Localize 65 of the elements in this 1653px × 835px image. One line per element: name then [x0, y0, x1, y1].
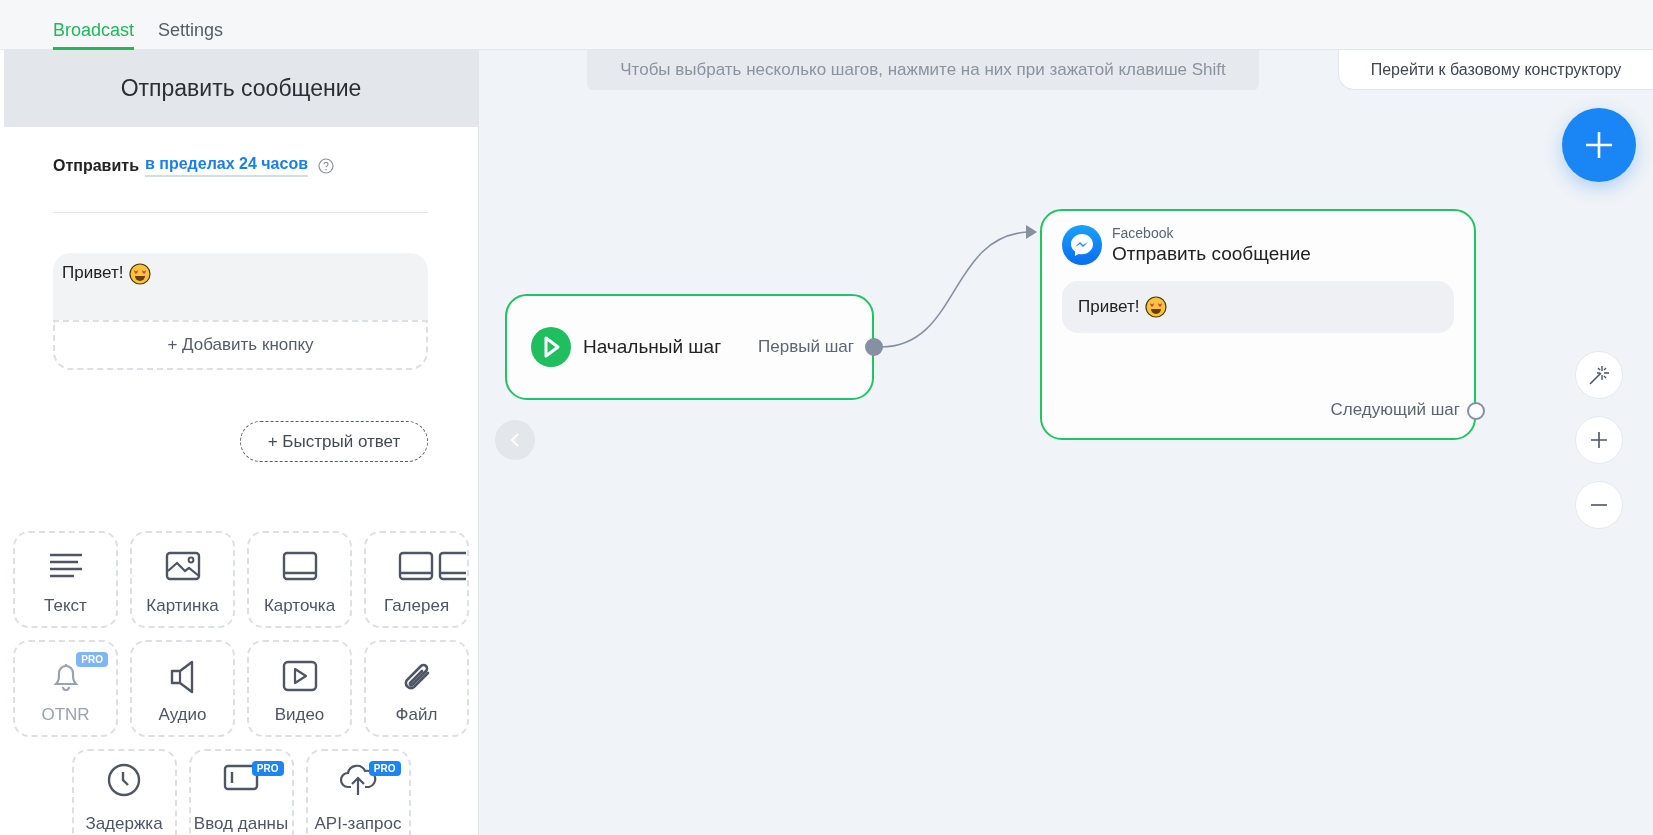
block-tile[interactable]: PRO API-запрос	[305, 749, 411, 835]
node-title: Начальный шаг	[583, 336, 723, 358]
output-port[interactable]	[865, 338, 883, 356]
quick-reply-button[interactable]: + Быстрый ответ	[240, 421, 428, 462]
block-tile[interactable]: Текст	[13, 531, 118, 628]
block-label: Задержка	[85, 814, 163, 834]
block-label: Картинка	[146, 596, 219, 616]
flow-node[interactable]: Начальный шаг Первый шаг	[505, 294, 874, 400]
help-icon[interactable]	[318, 158, 334, 174]
output-label: Следующий шаг	[1330, 400, 1460, 420]
block-label: OTNR	[41, 705, 90, 725]
block-label: Файл	[395, 705, 438, 725]
block-tile[interactable]: Карточка	[247, 531, 352, 628]
gallery-icon	[398, 551, 466, 581]
block-label: Карточка	[263, 596, 336, 616]
tab[interactable]: Settings	[158, 0, 224, 50]
add-button-button[interactable]: + Добавить кнопку	[53, 320, 428, 370]
block-label: API-запрос	[314, 814, 402, 834]
node-title: Отправить сообщение	[1112, 243, 1311, 265]
message-text: Привет!	[1078, 297, 1140, 317]
send-label: Отправить	[53, 157, 139, 175]
magic-wand-button[interactable]	[1575, 351, 1623, 399]
messenger-icon	[1062, 225, 1102, 265]
output-port[interactable]	[1467, 402, 1485, 420]
message-bubble[interactable]: Привет! + Добавить кнопку	[53, 253, 428, 370]
block-label: Аудио	[158, 705, 207, 725]
video-icon	[281, 660, 318, 692]
text-lines-icon	[47, 551, 84, 579]
clock-icon	[107, 763, 141, 797]
basic-builder-button[interactable]: Перейти к базовому конструктору	[1338, 50, 1653, 90]
block-tile[interactable]: Видео	[247, 640, 352, 737]
zoom-in-button[interactable]	[1575, 416, 1623, 464]
pro-badge: PRO	[76, 652, 108, 667]
card-icon	[281, 551, 318, 581]
image-icon	[164, 551, 201, 581]
play-icon	[531, 327, 571, 367]
output-label: Первый шаг	[758, 337, 854, 357]
send-window-link[interactable]: в пределах 24 часов	[144, 155, 308, 177]
chevron-left-icon	[509, 432, 521, 448]
input-box-icon	[223, 763, 259, 791]
block-label: Видео	[274, 705, 325, 725]
pro-badge: PRO	[368, 761, 401, 776]
block-tile[interactable]: Картинка	[130, 531, 235, 628]
plus-icon	[1584, 130, 1614, 160]
block-tile[interactable]: Файл	[364, 640, 469, 737]
plus-icon	[1589, 430, 1609, 450]
flow-node[interactable]: Facebook Отправить сообщение Привет! Следующий шаг	[1040, 209, 1476, 440]
block-tile[interactable]: Галерея	[364, 531, 469, 628]
flow-canvas[interactable]: Чтобы выбрать несколько шагов, нажмите на них при зажатой клавише Shift Перейти к базовому конструктору Начальный шаг Первый шаг Facebook Отправить сообщение Привет! Следующий шаг	[479, 50, 1653, 835]
block-label: Ввод данны	[193, 814, 289, 834]
block-tile[interactable]: PRO Ввод данны	[188, 749, 294, 835]
block-label: Текст	[44, 596, 87, 616]
smiley-icon	[1145, 296, 1168, 318]
pro-badge: PRO	[251, 761, 284, 776]
minus-icon	[1591, 504, 1607, 506]
add-step-button[interactable]	[1562, 108, 1636, 182]
smiley-icon	[129, 263, 152, 285]
block-label: Галерея	[383, 596, 450, 616]
panel-title: Отправить сообщение	[120, 75, 362, 102]
magic-wand-icon	[1587, 363, 1611, 387]
hint-text: Чтобы выбрать несколько шагов, нажмите на них при зажатой клавише Shift	[620, 60, 1226, 80]
block-tile[interactable]: Аудио	[130, 640, 235, 737]
channel-label: Facebook	[1112, 225, 1175, 241]
block-tile[interactable]: Задержка	[71, 749, 177, 835]
message-text: Привет!	[62, 263, 124, 283]
